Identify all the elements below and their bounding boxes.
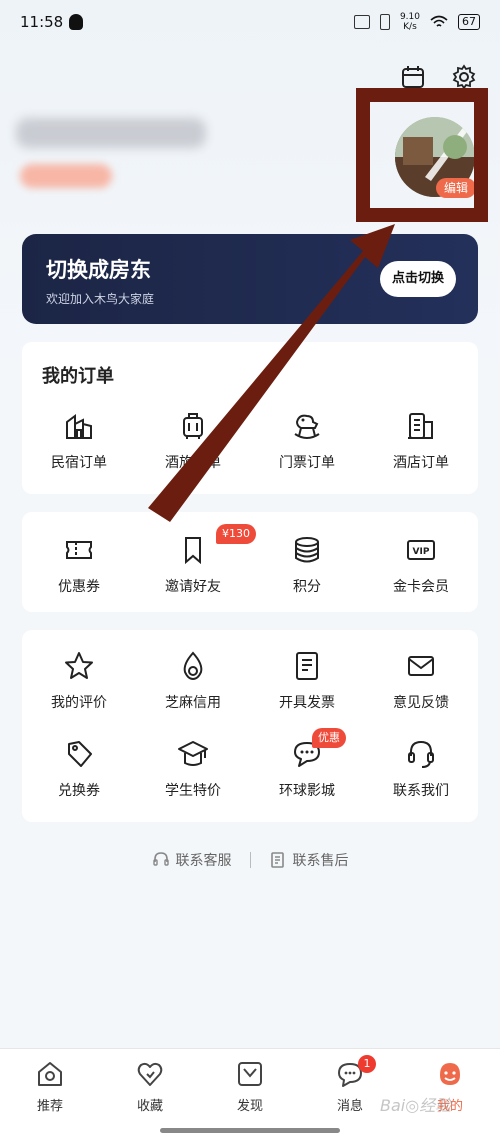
heart-icon	[137, 1062, 163, 1086]
headset-icon	[408, 740, 434, 768]
wifi-icon	[430, 15, 448, 27]
settings-gear-icon[interactable]	[451, 64, 477, 90]
invoice-item[interactable]: 开具发票	[250, 650, 364, 712]
status-bar: 11:58 9.10 K/s 67	[0, 0, 500, 44]
home-icon	[38, 1062, 62, 1086]
network-speed-unit: K/s	[403, 22, 417, 32]
hotel-orders-item[interactable]: 酒店订单	[364, 410, 478, 472]
ticket-orders-item[interactable]: 门票订单	[250, 410, 364, 472]
my-orders-title: 我的订单	[42, 366, 114, 387]
after-sales-label: 联系售后	[292, 853, 349, 869]
network-speed: 9.10 K/s	[400, 12, 420, 32]
profile-name-blurred[interactable]	[16, 118, 206, 148]
contact-us-label: 联系我们	[393, 783, 449, 799]
home-indicator	[160, 1128, 340, 1133]
customer-service-link[interactable]: 联系客服	[152, 850, 232, 870]
status-time: 11:58	[20, 13, 64, 31]
service-links: 联系客服 联系售后	[0, 848, 500, 872]
travel-orders-label: 酒旅订单	[165, 455, 221, 471]
feedback-item[interactable]: 意见反馈	[364, 650, 478, 712]
after-sales-doc-icon	[270, 852, 284, 868]
feedback-label: 意见反馈	[393, 695, 449, 711]
vip-card-text: VIP	[413, 547, 430, 557]
bookmark-icon	[185, 537, 201, 565]
customer-service-label: 联系客服	[175, 853, 232, 869]
messages-count-badge: 1	[358, 1055, 376, 1073]
coupon-item[interactable]: 优惠券	[22, 534, 136, 596]
student-deal-item[interactable]: 学生特价	[136, 738, 250, 800]
homestay-orders-item[interactable]: 民宿订单	[22, 410, 136, 472]
tab-recommend[interactable]: 推荐	[0, 1049, 100, 1140]
student-deal-label: 学生特价	[165, 783, 221, 799]
universal-studios-item[interactable]: 优惠 环球影城	[250, 728, 364, 800]
tools-row-1: 我的评价 芝麻信用 开具发票 意见反馈	[22, 650, 478, 712]
gold-card-item[interactable]: VIP 金卡会员	[364, 534, 478, 596]
tools-row-2: 兑换券 学生特价 优惠 环球影城 联系我们	[22, 728, 478, 800]
vibrate-icon	[379, 14, 390, 30]
qq-penguin-icon	[69, 14, 84, 30]
voucher-label: 兑换券	[58, 783, 100, 799]
tab-discover-label: 发现	[236, 1099, 263, 1114]
tab-favorites[interactable]: 收藏	[100, 1049, 200, 1140]
gold-card-label: 金卡会员	[393, 579, 449, 595]
graduation-cap-icon	[178, 741, 208, 766]
my-reviews-label: 我的评价	[51, 695, 107, 711]
luggage-icon	[183, 413, 203, 439]
tag-icon	[68, 741, 92, 767]
cast-icon	[353, 15, 370, 29]
my-reviews-item[interactable]: 我的评价	[22, 650, 136, 712]
service-divider	[249, 852, 251, 868]
sesame-credit-label: 芝麻信用	[165, 695, 221, 711]
invoice-label: 开具发票	[279, 695, 335, 711]
points-item[interactable]: 积分	[250, 534, 364, 596]
sesame-icon	[183, 651, 203, 681]
my-orders-card: 我的订单 民宿订单 酒旅订单 门票订单 酒店订单	[22, 342, 478, 494]
sesame-credit-item[interactable]: 芝麻信用	[136, 650, 250, 712]
switch-button[interactable]: 点击切换	[380, 261, 456, 297]
tab-messages-label: 消息	[336, 1099, 363, 1114]
voucher-item[interactable]: 兑换券	[22, 738, 136, 800]
profile-tag-blurred	[20, 164, 112, 188]
coupon-icon	[66, 541, 92, 559]
benefits-card: 优惠券 ¥130 邀请好友 积分 VIP 金卡会员	[22, 512, 478, 612]
status-indicators: 9.10 K/s 67	[353, 12, 480, 32]
ticket-orders-label: 门票订单	[279, 455, 335, 471]
annotation-highlight-box	[356, 88, 488, 222]
travel-orders-item[interactable]: 酒旅订单	[136, 410, 250, 472]
points-label: 积分	[293, 579, 321, 595]
service-headset-icon	[152, 852, 169, 866]
rocking-horse-icon	[294, 414, 320, 439]
hotel-building-icon	[408, 413, 433, 439]
benefits-row: 优惠券 ¥130 邀请好友 积分 VIP 金卡会员	[22, 524, 478, 596]
tab-discover[interactable]: 发现	[200, 1049, 300, 1140]
switch-to-landlord-banner[interactable]: 切换成房东 欢迎加入木鸟大家庭 点击切换	[22, 234, 478, 324]
vip-card-icon: VIP	[407, 540, 435, 560]
landlord-banner-title: 切换成房东	[46, 258, 151, 282]
orders-row: 民宿订单 酒旅订单 门票订单 酒店订单	[22, 410, 478, 472]
tab-recommend-label: 推荐	[36, 1099, 63, 1114]
invite-friends-label: 邀请好友	[165, 579, 221, 595]
tools-card: 我的评价 芝麻信用 开具发票 意见反馈 兑换券 学生特价 优惠 环球影城 联系我…	[22, 630, 478, 822]
universal-studios-label: 环球影城	[279, 783, 335, 799]
homestay-order-icon	[66, 414, 92, 439]
hotel-orders-label: 酒店订单	[393, 455, 449, 471]
tab-favorites-label: 收藏	[136, 1099, 163, 1114]
landlord-banner-subtitle: 欢迎加入木鸟大家庭	[46, 292, 155, 306]
invoice-icon	[296, 652, 318, 680]
coupon-label: 优惠券	[58, 579, 100, 595]
battery-indicator: 67	[458, 14, 480, 30]
invite-friends-item[interactable]: ¥130 邀请好友	[136, 524, 256, 596]
profile-face-icon	[440, 1063, 460, 1085]
after-sales-link[interactable]: 联系售后	[269, 850, 349, 870]
coin-stack-icon	[295, 537, 319, 563]
mail-icon	[408, 656, 434, 676]
baidu-watermark: Bai◎经验	[380, 1096, 452, 1115]
star-icon	[65, 652, 93, 679]
network-speed-value: 9.10	[399, 12, 420, 22]
discover-icon	[238, 1062, 262, 1086]
universal-studios-badge: 优惠	[312, 728, 346, 748]
homestay-orders-label: 民宿订单	[51, 455, 107, 471]
calendar-icon[interactable]	[400, 64, 426, 90]
contact-us-item[interactable]: 联系我们	[364, 738, 478, 800]
